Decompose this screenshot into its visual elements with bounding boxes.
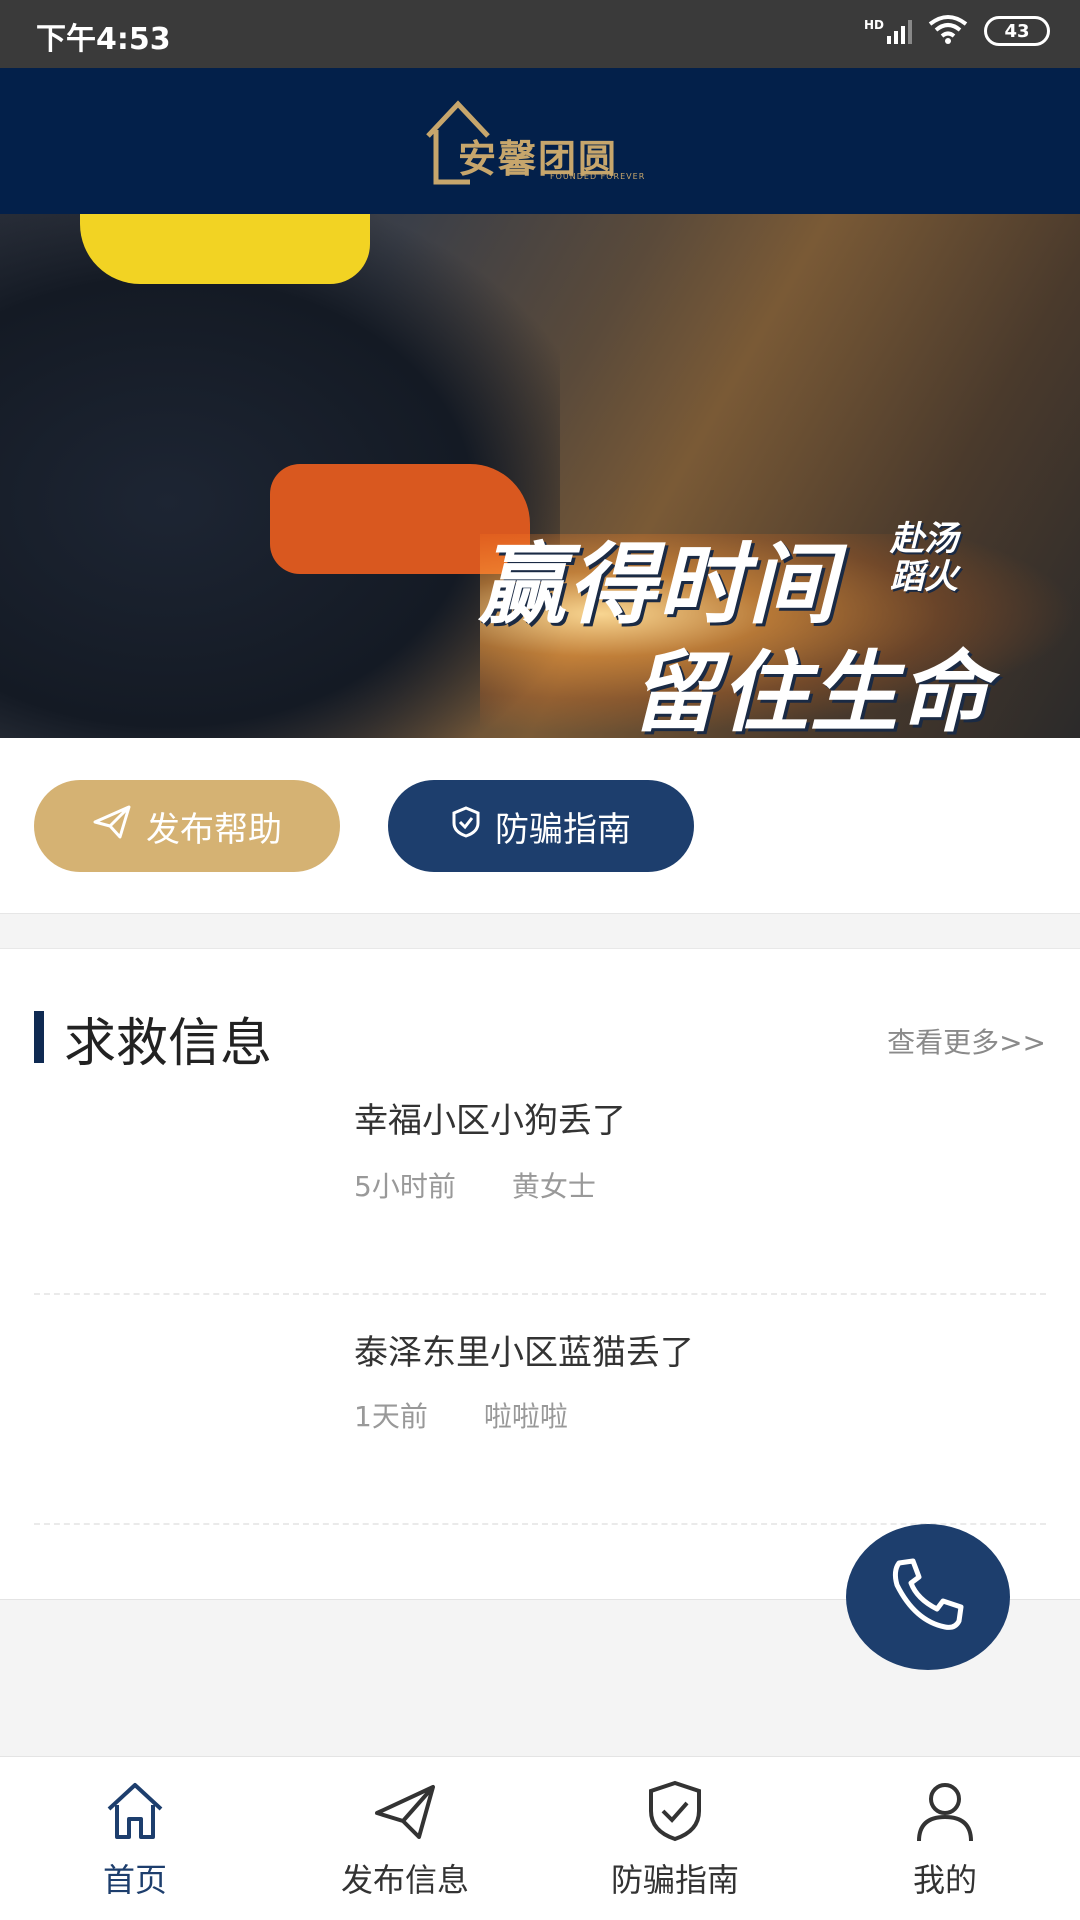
item-time: 1天前 — [354, 1400, 428, 1433]
rescue-info-section: 求救信息 查看更多>> 幸福小区小狗丢了 5小时前 黄女士 泰泽东里小区蓝猫丢了… — [0, 948, 1080, 1600]
user-icon — [913, 1779, 977, 1847]
item-meta: 5小时前 黄女士 — [354, 1165, 596, 1205]
tab-home[interactable]: 首页 — [0, 1757, 270, 1920]
banner-headline-2: 留住生命 — [630, 641, 991, 738]
tab-mine[interactable]: 我的 — [810, 1757, 1080, 1920]
banner-carousel[interactable]: 赢得时间 赴汤蹈火 留住生命 — [0, 214, 1080, 738]
list-item[interactable]: 泰泽东里小区蓝猫丢了 1天前 啦啦啦 — [34, 1295, 1046, 1525]
phone-icon — [885, 1555, 971, 1639]
item-time: 5小时前 — [354, 1170, 456, 1203]
tab-mine-label: 我的 — [912, 1861, 977, 1899]
signal-icon: HD — [864, 18, 912, 44]
status-bar: 下午4:53 HD 43 — [0, 0, 1080, 68]
helmet-shape — [80, 214, 370, 284]
view-more-link[interactable]: 查看更多>> — [887, 1021, 1046, 1061]
wifi-icon — [928, 14, 968, 48]
paper-plane-icon — [92, 804, 132, 849]
section-accent-bar — [34, 1011, 44, 1063]
call-button[interactable] — [846, 1524, 1010, 1670]
item-title: 泰泽东里小区蓝猫丢了 — [354, 1333, 694, 1373]
network-type: HD — [863, 18, 884, 32]
item-meta: 1天前 啦啦啦 — [354, 1395, 568, 1435]
publish-help-button[interactable]: 发布帮助 — [34, 780, 340, 872]
anti-fraud-guide-label: 防骗指南 — [495, 809, 631, 850]
home-icon — [103, 1779, 167, 1847]
tab-guide[interactable]: 防骗指南 — [540, 1757, 810, 1920]
shield-icon — [643, 1779, 707, 1847]
tab-home-label: 首页 — [102, 1861, 167, 1899]
item-author: 黄女士 — [511, 1170, 596, 1203]
banner-side-text: 赴汤蹈火 — [890, 519, 958, 597]
battery-indicator: 43 — [984, 16, 1050, 46]
anti-fraud-guide-button[interactable]: 防骗指南 — [388, 780, 694, 872]
item-title: 幸福小区小狗丢了 — [354, 1101, 626, 1141]
logo: 安馨团圆 FOUNDED FOREVER — [420, 86, 660, 196]
tab-guide-label: 防骗指南 — [610, 1861, 739, 1899]
action-buttons: 发布帮助 防骗指南 — [0, 738, 1080, 914]
status-icons: HD 43 — [864, 14, 1050, 48]
tab-publish[interactable]: 发布信息 — [270, 1757, 540, 1920]
send-icon — [373, 1779, 437, 1847]
tab-publish-label: 发布信息 — [340, 1861, 469, 1899]
bottom-tab-bar: 首页 发布信息 防骗指南 我的 — [0, 1756, 1080, 1920]
item-author: 啦啦啦 — [483, 1400, 568, 1433]
publish-help-label: 发布帮助 — [146, 809, 282, 850]
status-time: 下午4:53 — [36, 22, 171, 57]
shield-check-icon — [451, 805, 481, 848]
list-item[interactable]: 幸福小区小狗丢了 5小时前 黄女士 — [34, 1065, 1046, 1295]
logo-subtext: FOUNDED FOREVER — [550, 172, 646, 181]
app-header: 安馨团圆 FOUNDED FOREVER — [0, 68, 1080, 214]
